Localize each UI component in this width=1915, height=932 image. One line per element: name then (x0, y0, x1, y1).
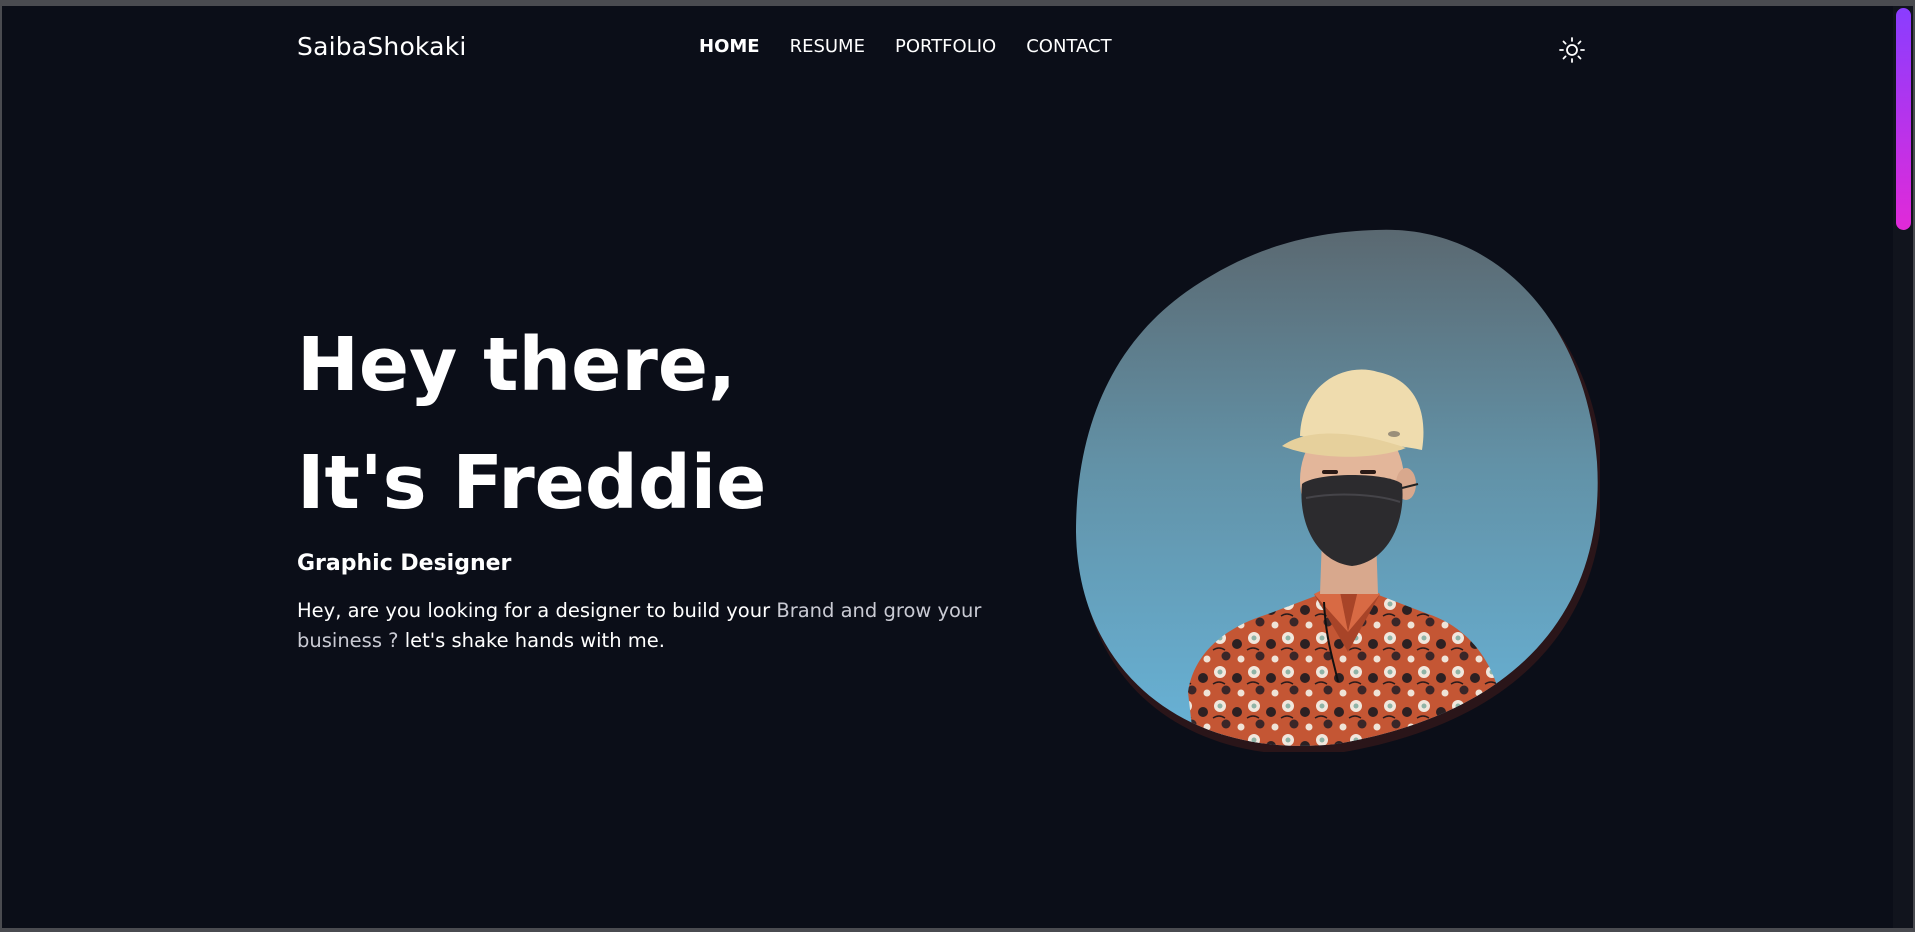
theme-toggle-button[interactable] (1558, 36, 1586, 64)
vertical-scrollbar[interactable] (1893, 6, 1913, 928)
hero-title-line1: Hey there, (297, 322, 737, 408)
nav-contact[interactable]: CONTACT (1026, 36, 1111, 57)
hero-title-line2: It's Freddie (297, 440, 767, 526)
intro-text: Hey, are you looking for a designer to b… (297, 596, 1017, 656)
main-nav: HOME RESUME PORTFOLIO CONTACT (699, 36, 1112, 57)
intro-text-part2: let's shake hands with me. (398, 629, 665, 652)
nav-resume[interactable]: RESUME (790, 36, 865, 57)
role-subtitle: Graphic Designer (297, 551, 512, 576)
sun-icon (1559, 37, 1585, 63)
profile-photo (1076, 222, 1604, 755)
brand-logo[interactable]: SaibaShokaki (297, 32, 467, 61)
scrollbar-thumb[interactable] (1896, 8, 1911, 230)
intro-text-part1: Hey, are you looking for a designer to b… (297, 599, 777, 622)
browser-viewport: SaibaShokaki HOME RESUME PORTFOLIO CONTA… (2, 6, 1913, 928)
nav-home[interactable]: HOME (699, 36, 760, 57)
navbar: SaibaShokaki HOME RESUME PORTFOLIO CONTA… (2, 6, 1913, 86)
nav-portfolio[interactable]: PORTFOLIO (895, 36, 996, 57)
